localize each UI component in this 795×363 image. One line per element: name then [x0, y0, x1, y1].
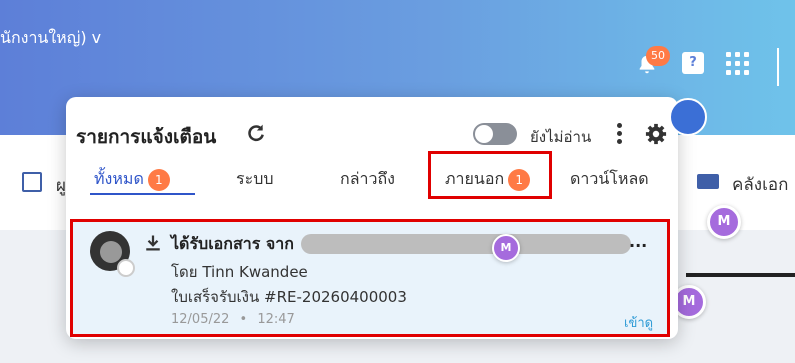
- notification-item[interactable]: ได้รับเอกสาร จาก M ... โดย Tinn Kwandee …: [70, 219, 670, 337]
- notification-panel: รายการแจ้งเตือน ยังไม่อ่าน ทั้งหมด 1 ระบบ…: [66, 97, 707, 339]
- view-link[interactable]: เข้าดู: [624, 312, 653, 333]
- notification-timestamp: 12/05/22 • 12:47: [171, 312, 295, 327]
- notification-time: 12:47: [257, 312, 295, 327]
- tab-all[interactable]: ทั้งหมด 1: [94, 167, 170, 192]
- apps-grid-icon[interactable]: [726, 52, 750, 76]
- unread-toggle-label: ยังไม่อ่าน: [530, 128, 592, 146]
- refresh-icon[interactable]: [246, 123, 266, 143]
- more-options-icon[interactable]: [616, 123, 622, 145]
- gear-icon[interactable]: [645, 123, 667, 145]
- building-icon: [22, 172, 42, 192]
- redacted-sender: [301, 234, 631, 254]
- help-book-icon[interactable]: ?: [682, 52, 704, 74]
- m-avatar[interactable]: M: [492, 234, 520, 262]
- tab-all-label: ทั้งหมด: [94, 169, 144, 188]
- library-label[interactable]: คลังเอก: [732, 171, 788, 198]
- header-divider: [777, 48, 779, 86]
- notification-date: 12/05/22: [171, 312, 230, 327]
- tab-downloads[interactable]: ดาวน์โหลด: [570, 167, 649, 192]
- m-avatar[interactable]: M: [707, 205, 741, 239]
- notification-author: โดย Tinn Kwandee: [171, 263, 308, 281]
- title-ellipsis: ...: [629, 232, 648, 251]
- panel-title: รายการแจ้งเตือน: [76, 126, 217, 148]
- timestamp-separator: •: [239, 312, 248, 327]
- highlight-box: [428, 151, 552, 199]
- notification-count-badge: 50: [646, 46, 670, 66]
- user-avatar[interactable]: [669, 98, 707, 136]
- notification-title: ได้รับเอกสาร จาก: [171, 234, 294, 253]
- folder-icon: [697, 174, 719, 189]
- unread-toggle[interactable]: [473, 123, 517, 145]
- tab-all-badge: 1: [147, 168, 170, 191]
- sender-avatar: [90, 231, 135, 277]
- tab-system[interactable]: ระบบ: [236, 167, 274, 192]
- active-tab-underline: [90, 193, 195, 195]
- notification-document: ใบเสร็จรับเงิน #RE-20260400003: [171, 288, 407, 306]
- background-divider: [686, 273, 795, 277]
- download-icon: [146, 235, 160, 251]
- background-tab-label[interactable]: ผู: [56, 172, 66, 199]
- tab-mentions[interactable]: กล่าวถึง: [340, 167, 395, 192]
- company-selector[interactable]: นักงานใหญ่) v: [0, 26, 101, 51]
